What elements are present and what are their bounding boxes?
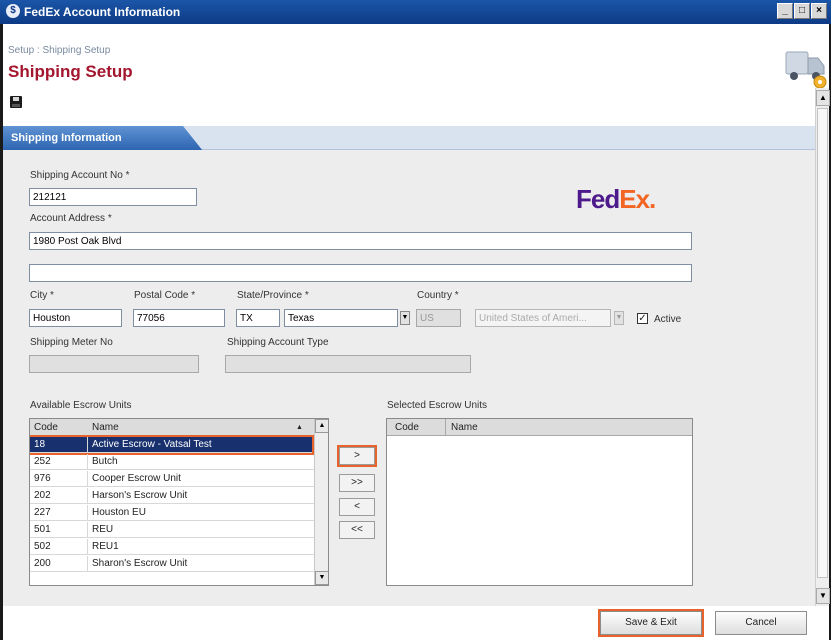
page-title: Shipping Setup: [8, 62, 133, 81]
add-selected-button[interactable]: >: [337, 445, 377, 467]
available-escrow-units-grid[interactable]: Code Name ▲ 18 Active Escrow - Vatsal Tes…: [29, 418, 329, 586]
title-bar: $ FedEx Account Information _ □ ×: [0, 0, 831, 24]
grid-header: Code Name ▲: [30, 419, 328, 436]
page-scrollbar[interactable]: ▲ ▼: [815, 88, 830, 606]
fedex-logo: FedEx.: [576, 184, 656, 214]
active-checkbox[interactable]: ✓: [637, 313, 648, 324]
state-dropdown-arrow-icon[interactable]: ▼: [400, 311, 410, 325]
breadcrumb: Setup : Shipping Setup: [8, 45, 111, 56]
save-and-exit-button[interactable]: Save & Exit: [598, 609, 704, 637]
sort-arrow-icon: ▲: [296, 424, 303, 431]
account-address-line2-field[interactable]: [29, 264, 692, 282]
city-field[interactable]: Houston: [29, 309, 122, 327]
state-code-field[interactable]: TX: [236, 309, 280, 327]
state-select[interactable]: Texas: [284, 309, 398, 327]
tab-shipping-information[interactable]: Shipping Information: [3, 126, 203, 151]
country-code-field: US: [416, 309, 461, 327]
column-header-name[interactable]: Name: [451, 422, 478, 433]
table-row[interactable]: 227 Houston EU: [30, 505, 314, 521]
add-all-button[interactable]: >>: [339, 474, 375, 492]
postal-code-label: Postal Code *: [134, 290, 196, 301]
remove-selected-button[interactable]: <: [339, 498, 375, 516]
remove-all-button[interactable]: <<: [339, 521, 375, 539]
shipping-truck-icon: [785, 51, 827, 89]
window-title: FedEx Account Information: [24, 5, 181, 19]
minimize-button[interactable]: _: [777, 3, 793, 19]
table-row[interactable]: 976 Cooper Escrow Unit: [30, 471, 314, 487]
scroll-up-arrow-icon[interactable]: ▲: [315, 419, 328, 433]
column-header-code[interactable]: Code: [395, 422, 419, 433]
table-row[interactable]: 202 Harson's Escrow Unit: [30, 488, 314, 504]
grid-scrollbar[interactable]: ▲ ▼: [314, 419, 328, 585]
column-header-code[interactable]: Code: [34, 422, 58, 433]
shipping-account-no-field[interactable]: 212121: [29, 188, 197, 206]
country-label: Country *: [417, 290, 459, 301]
page-scroll-down-icon[interactable]: ▼: [816, 588, 830, 604]
table-row[interactable]: 252 Butch: [30, 454, 314, 470]
selected-escrow-units-label: Selected Escrow Units: [387, 400, 488, 411]
state-province-label: State/Province *: [237, 290, 309, 301]
city-label: City *: [30, 290, 54, 301]
available-escrow-units-label: Available Escrow Units: [30, 400, 132, 411]
table-row[interactable]: 501 REU: [30, 522, 314, 538]
shipping-account-no-label: Shipping Account No *: [30, 170, 130, 181]
postal-code-field[interactable]: 77056: [133, 309, 225, 327]
selected-escrow-units-grid[interactable]: Code Name: [386, 418, 693, 586]
country-select: United States of Ameri...: [475, 309, 611, 327]
table-row[interactable]: 502 REU1: [30, 539, 314, 555]
maximize-button[interactable]: □: [794, 3, 810, 19]
active-label: Active: [654, 314, 682, 325]
shipping-account-type-label: Shipping Account Type: [227, 337, 329, 348]
cancel-button[interactable]: Cancel: [715, 611, 807, 635]
account-address-line1-field[interactable]: 1980 Post Oak Blvd: [29, 232, 692, 250]
shipping-meter-no-label: Shipping Meter No: [30, 337, 113, 348]
grid-header: Code Name: [387, 419, 692, 436]
scroll-down-arrow-icon[interactable]: ▼: [315, 571, 328, 585]
column-header-name[interactable]: Name: [92, 422, 119, 433]
page-scroll-up-icon[interactable]: ▲: [816, 90, 830, 106]
toolbar: [3, 88, 815, 114]
table-row[interactable]: 18 Active Escrow - Vatsal Test: [30, 435, 314, 455]
app-icon: $: [6, 4, 20, 18]
close-button[interactable]: ×: [811, 3, 827, 19]
shipping-meter-no-field: [29, 355, 199, 373]
page-scroll-thumb[interactable]: [817, 108, 828, 578]
country-dropdown-arrow-icon: ▼: [614, 311, 624, 325]
account-address-label: Account Address *: [30, 213, 112, 224]
table-row[interactable]: 200 Sharon's Escrow Unit: [30, 556, 314, 572]
footer-bar: [3, 606, 829, 640]
save-icon[interactable]: [10, 96, 22, 108]
shipping-account-type-field: [225, 355, 471, 373]
